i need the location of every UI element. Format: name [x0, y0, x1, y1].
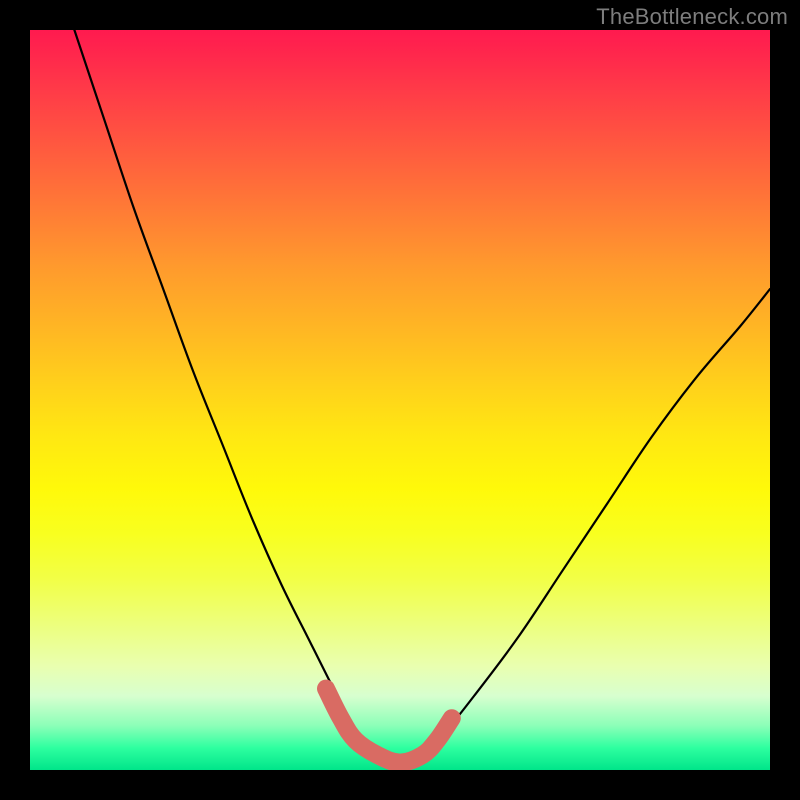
plot-area	[30, 30, 770, 770]
watermark-text: TheBottleneck.com	[596, 4, 788, 30]
bottleneck-curve	[74, 30, 770, 763]
chart-frame: TheBottleneck.com	[0, 0, 800, 800]
curve-overlay	[30, 30, 770, 770]
optimal-region-highlight	[326, 689, 452, 763]
